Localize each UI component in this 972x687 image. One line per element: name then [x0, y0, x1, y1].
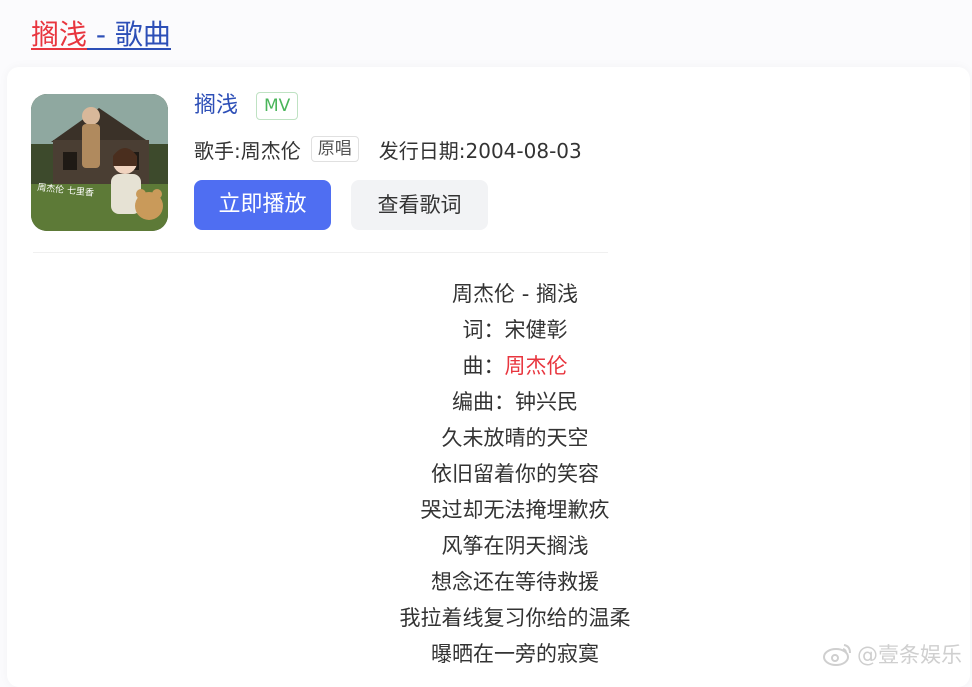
- composer-line: 曲：周杰伦: [300, 348, 730, 384]
- composer-link[interactable]: 周杰伦: [505, 354, 568, 378]
- singer-label: 歌手:: [194, 138, 241, 163]
- arranger-label: 编曲：: [452, 390, 515, 414]
- arranger-name: 钟兴民: [515, 390, 578, 414]
- album-cover[interactable]: 周杰伦 七里香: [31, 94, 168, 231]
- page-title[interactable]: 搁浅 - 歌曲: [31, 16, 171, 54]
- lyricist-line: 词：宋健彰: [300, 312, 730, 348]
- singer-link[interactable]: 周杰伦: [241, 135, 301, 164]
- watermark-text: @壹条娱乐: [857, 643, 962, 667]
- lyric-line: 我拉着线复习你给的温柔: [399, 606, 631, 630]
- lyric-line: 依旧留着你的笑容: [431, 462, 599, 486]
- release-date: 发行日期:2004-08-03: [379, 135, 582, 164]
- page-title-suffix[interactable]: - 歌曲: [87, 18, 171, 51]
- lyricist-label: 词：: [462, 318, 505, 342]
- lyric-line: 风筝在阴天搁浅: [441, 534, 589, 558]
- watermark: @壹条娱乐: [823, 639, 962, 669]
- play-now-button[interactable]: 立即播放: [194, 180, 331, 230]
- album-cover-image: 周杰伦 七里香: [31, 94, 168, 231]
- lyric-line: 想念还在等待救援: [431, 570, 599, 594]
- composer-label: 曲：: [462, 354, 505, 378]
- divider: [33, 252, 608, 253]
- song-name-link[interactable]: 搁浅: [194, 90, 238, 122]
- lyric-line: 久未放晴的天空: [441, 426, 589, 450]
- song-meta-row: 歌手: 周杰伦 原唱 发行日期:2004-08-03: [194, 134, 582, 164]
- view-lyrics-button[interactable]: 查看歌词: [351, 180, 488, 230]
- page-title-song[interactable]: 搁浅: [31, 18, 87, 51]
- original-badge: 原唱: [310, 136, 359, 162]
- release-value: 2004-08-03: [465, 138, 582, 163]
- weibo-icon: [823, 644, 851, 666]
- lyric-line: 哭过却无法掩埋歉疚: [420, 498, 610, 522]
- mv-badge[interactable]: MV: [256, 92, 299, 120]
- arranger-line: 编曲：钟兴民: [300, 384, 730, 420]
- release-label: 发行日期:: [378, 138, 466, 163]
- lyric-line: 曝晒在一旁的寂寞: [431, 642, 599, 666]
- lyrics-header: 周杰伦 - 搁浅: [452, 282, 578, 306]
- lyricist-name: 宋健彰: [504, 318, 568, 342]
- lyrics-block: 周杰伦 - 搁浅 词：宋健彰 曲：周杰伦 编曲：钟兴民 久未放晴的天空 依旧留着…: [300, 276, 730, 672]
